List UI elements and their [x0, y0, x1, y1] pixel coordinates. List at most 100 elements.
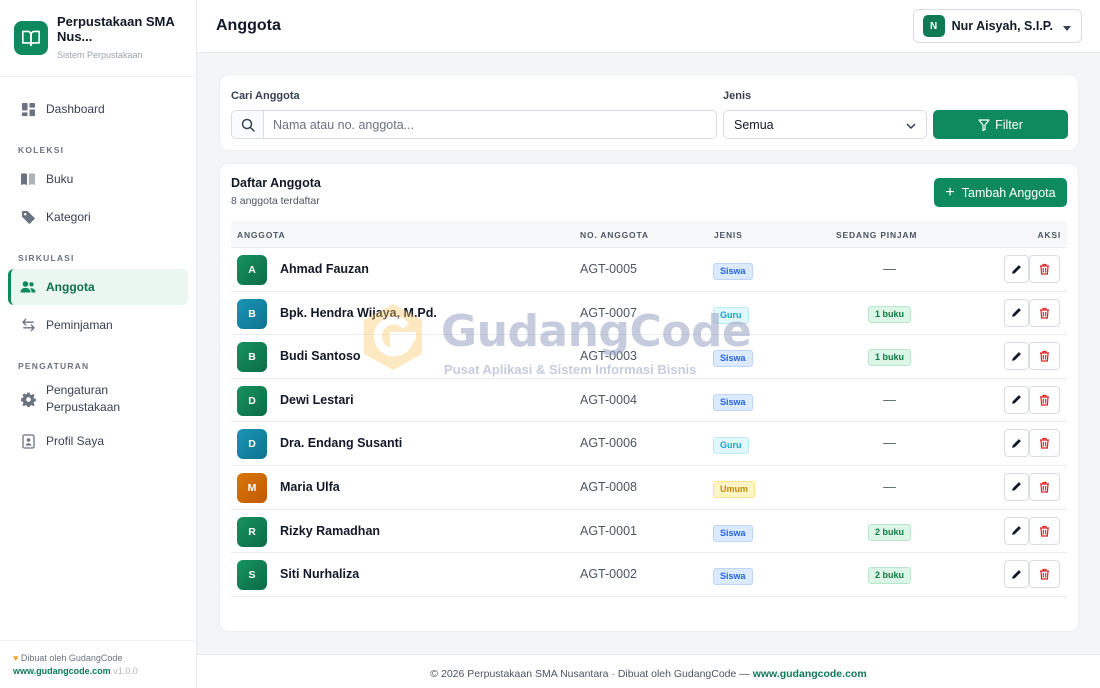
edit-button[interactable]: [1004, 560, 1029, 589]
member-name: Ahmad Fauzan: [280, 262, 369, 276]
sidebar-item-label: Pengaturan Perpustakaan: [46, 382, 120, 416]
member-name: Dra. Endang Susanti: [280, 436, 403, 451]
avatar: M: [237, 472, 267, 503]
loan-empty: —: [883, 436, 896, 451]
sidebar-item-dashboard[interactable]: Dashboard: [8, 91, 188, 127]
sidebar-item-label: Profil Saya: [46, 434, 105, 448]
search-label: Cari Anggota: [231, 90, 300, 102]
loan-empty: —: [883, 479, 896, 494]
sidebar-item-kategori[interactable]: Kategori: [8, 199, 188, 235]
filter-button[interactable]: Filter: [933, 110, 1068, 139]
avatar: A: [237, 255, 267, 285]
avatar: D: [237, 429, 267, 460]
delete-button[interactable]: [1029, 342, 1060, 371]
edit-button[interactable]: [1004, 516, 1029, 545]
sidebar-item-profil[interactable]: Profil Saya: [8, 423, 188, 459]
type-badge: Umum: [713, 480, 756, 498]
type-badge: Siswa: [713, 263, 753, 280]
loan-cell: 1 buku: [856, 349, 923, 367]
pencil-icon: [1012, 395, 1021, 405]
pencil-icon: [1012, 526, 1021, 535]
member-name: Dewi Lestari: [280, 392, 354, 407]
edit-button[interactable]: [1004, 298, 1029, 327]
edit-button[interactable]: [1004, 472, 1029, 501]
table-row: M Maria Ulfa AGT-0008 Umum —: [231, 466, 1067, 510]
delete-button[interactable]: [1029, 298, 1060, 327]
table-subtitle: 8 anggota terdaftar: [231, 195, 320, 207]
chevron-down-icon: [906, 118, 916, 132]
search-input[interactable]: [264, 111, 716, 138]
plus-icon: +: [945, 183, 955, 201]
avatar: D: [237, 385, 267, 416]
delete-button[interactable]: [1029, 516, 1060, 545]
member-number: AGT-0002: [580, 567, 637, 582]
member-number: AGT-0003: [580, 349, 637, 364]
made-by: Dibuat oleh GudangCode: [20, 653, 123, 663]
member-name: Siti Nurhaliza: [280, 567, 360, 582]
brand-title: Perpustakaan SMA Nus...: [57, 14, 175, 44]
search-field: [231, 110, 717, 139]
type-badge: Siswa: [713, 393, 753, 411]
table-row: D Dewi Lestari AGT-0004 Siswa —: [231, 379, 1067, 423]
sidebar-item-pengaturan-perpustakaan[interactable]: Pengaturan Perpustakaan: [8, 377, 188, 421]
pencil-icon: [1012, 308, 1021, 317]
type-badge: Siswa: [713, 350, 753, 368]
loan-badge: 2 buku: [867, 567, 911, 585]
user-menu-button[interactable]: N Nur Aisyah, S.I.P.: [912, 9, 1082, 43]
book-icon: [20, 171, 36, 187]
delete-button[interactable]: [1029, 385, 1060, 414]
loan-badge: 1 buku: [867, 349, 911, 367]
col-header-sedang-pinjam: SEDANG PINJAM: [836, 230, 918, 240]
avatar: R: [237, 516, 267, 547]
loan-cell: —: [856, 393, 923, 407]
filter-card: Cari Anggota Jenis Semua Filter: [219, 74, 1079, 151]
type-select-value: Semua: [734, 117, 774, 132]
section-label-sirkulasi: SIRKULASI: [18, 253, 75, 263]
sidebar-item-buku[interactable]: Buku: [8, 161, 188, 197]
member-table-card: Daftar Anggota 8 anggota terdaftar + Tam…: [219, 163, 1079, 632]
search-icon: [232, 111, 264, 138]
delete-button[interactable]: [1029, 429, 1060, 458]
loan-cell: —: [856, 436, 923, 450]
delete-button[interactable]: [1029, 472, 1060, 501]
table-header: ANGGOTA NO. ANGGOTA JENIS SEDANG PINJAM …: [231, 221, 1067, 248]
loan-badge: 1 buku: [867, 305, 911, 323]
loan-cell: 2 buku: [856, 567, 923, 585]
page-title: Anggota: [216, 17, 281, 34]
sidebar-item-label: Dashboard: [46, 102, 105, 116]
trash-icon: [1040, 438, 1049, 449]
trash-icon: [1040, 351, 1049, 362]
add-member-button[interactable]: + Tambah Anggota: [934, 178, 1067, 207]
type-badge: Siswa: [713, 568, 753, 586]
edit-button[interactable]: [1004, 385, 1029, 414]
edit-button[interactable]: [1004, 429, 1029, 458]
table-row: R Rizky Ramadhan AGT-0001 Siswa 2 buku: [231, 510, 1067, 554]
loan-cell: 1 buku: [856, 305, 923, 323]
table-row: D Dra. Endang Susanti AGT-0006 Guru —: [231, 422, 1067, 466]
edit-button[interactable]: [1004, 342, 1029, 371]
edit-button[interactable]: [1004, 255, 1029, 283]
type-select[interactable]: Semua: [723, 110, 927, 139]
section-label-koleksi: KOLEKSI: [18, 145, 65, 155]
member-name: Bpk. Hendra Wijaya, M.Pd.: [280, 305, 437, 320]
label-line-2: Perpustakaan: [46, 400, 121, 414]
id-card-icon: [20, 433, 36, 449]
member-number: AGT-0006: [580, 436, 637, 451]
loan-cell: —: [856, 262, 923, 276]
trash-icon: [1040, 481, 1049, 493]
type-badge: Guru: [713, 306, 749, 324]
avatar: B: [237, 342, 267, 373]
delete-button[interactable]: [1029, 255, 1060, 283]
footer-link[interactable]: www.gudangcode.com: [753, 668, 867, 680]
user-name: Nur Aisyah, S.I.P.: [951, 19, 1053, 33]
site-link[interactable]: www.gudangcode.com: [13, 666, 111, 676]
member-name: Rizky Ramadhan: [280, 523, 381, 538]
col-header-aksi: AKSI: [1037, 230, 1061, 240]
users-icon: [20, 279, 36, 295]
type-badge: Siswa: [713, 524, 753, 542]
sidebar-nav: Dashboard KOLEKSI Buku Kategori SIRKULAS…: [0, 77, 196, 459]
loan-cell: —: [856, 480, 923, 494]
sidebar-item-peminjaman[interactable]: Peminjaman: [8, 307, 188, 343]
delete-button[interactable]: [1029, 560, 1060, 589]
sidebar-item-anggota[interactable]: Anggota: [8, 269, 188, 305]
